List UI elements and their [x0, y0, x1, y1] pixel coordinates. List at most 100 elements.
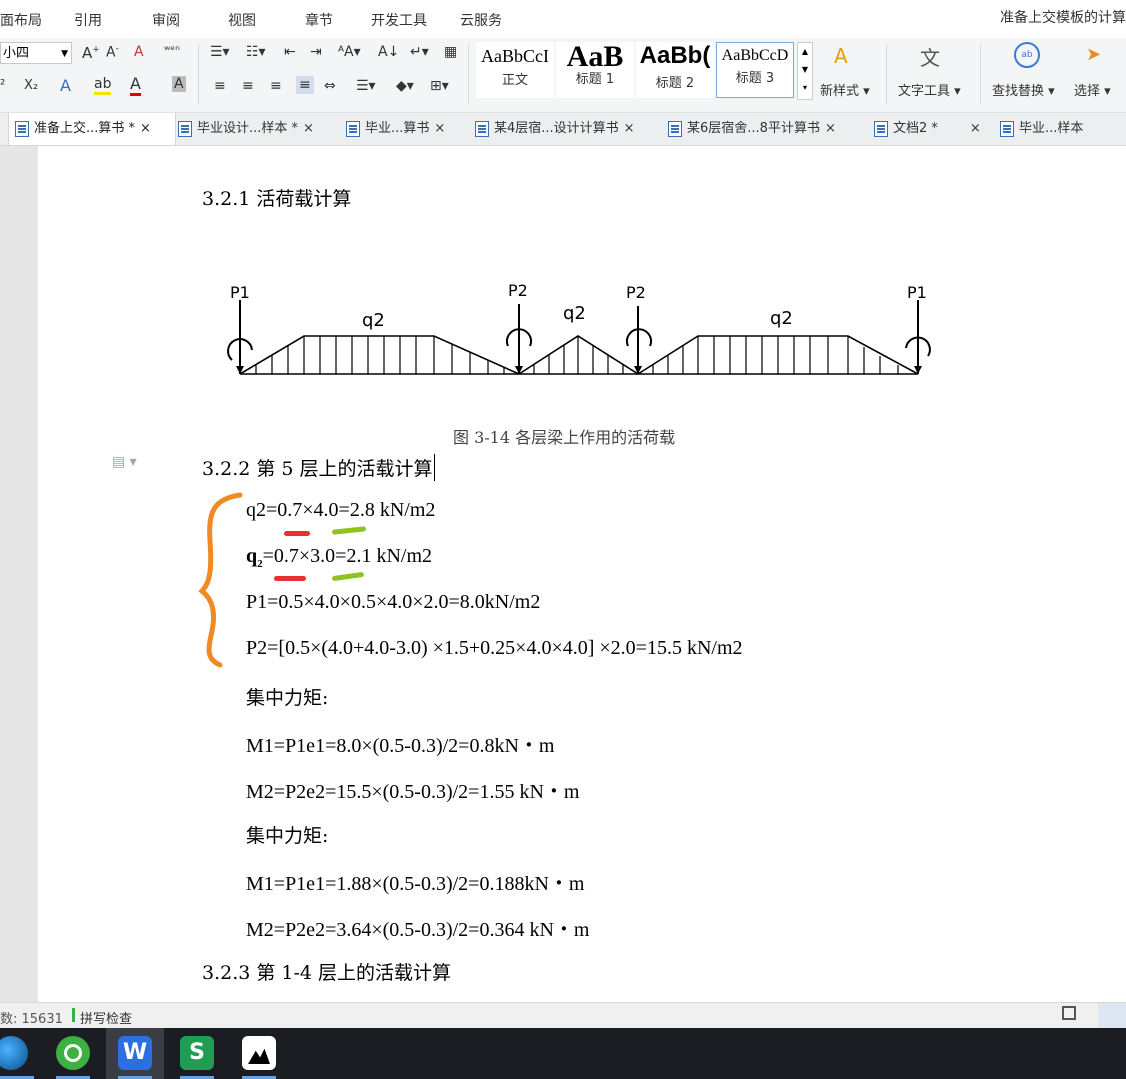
sort-icon[interactable]: A↓	[378, 44, 399, 60]
formula-m1: M1=P1e1=8.0×(0.5-0.3)/2=0.8kN・m	[246, 735, 555, 757]
close-icon[interactable]: ×	[434, 121, 445, 136]
divider	[980, 44, 981, 104]
document-tab[interactable]: 毕业...样本	[1000, 113, 1083, 145]
highlight-icon[interactable]: ab	[94, 76, 112, 95]
taskbar: W S	[0, 1028, 1126, 1079]
document-page[interactable]: 3.2.1 活荷载计算 P1 P2 P2 P1 q2 q2 q2 图 3-14 …	[38, 146, 1126, 1002]
increase-font-icon[interactable]: A+	[82, 44, 100, 62]
document-tab[interactable]: 某4层宿...设计计算书 ×	[475, 113, 635, 145]
close-icon[interactable]: ×	[825, 121, 836, 136]
paragraph-menu-icon[interactable]: ▤ ▾	[112, 454, 137, 470]
justify-icon[interactable]: ≡	[296, 76, 314, 94]
text-tools-button[interactable]: 文字工具 ▾	[898, 80, 961, 99]
spell-check-button[interactable]: 拼写检查	[80, 1008, 132, 1027]
browser-icon[interactable]	[56, 1036, 90, 1070]
figure-caption: 图 3-14 各层梁上作用的活荷载	[453, 428, 676, 447]
label-p1-right: P1	[907, 283, 927, 302]
clear-format-icon[interactable]: A	[134, 44, 144, 60]
label-p1-left: P1	[230, 283, 250, 302]
trapezoid-load-left	[239, 335, 520, 375]
document-icon	[668, 120, 682, 137]
formula-q2: q2=0.7×4.0=2.8 kN/m2	[246, 499, 435, 522]
close-icon[interactable]: ×	[624, 121, 635, 136]
borders-icon[interactable]: ⊞▾	[430, 78, 449, 94]
font-size-select[interactable]: 小四 ▼	[0, 42, 72, 64]
document-tab[interactable]: 毕业...算书 ×	[346, 113, 445, 145]
label-q2-c: q2	[770, 308, 793, 329]
superscript-icon[interactable]: ²	[0, 78, 5, 93]
heading-3-2-3: 3.2.3 第 1-4 层上的活载计算	[202, 962, 452, 984]
document-tab[interactable]: 准备上交...算书 * ×	[8, 113, 176, 145]
align-right-icon[interactable]: ≡	[270, 78, 282, 94]
view-mode-button[interactable]	[1098, 1003, 1126, 1029]
tab-label: 文档2 *	[893, 121, 938, 136]
select-label: 选择	[1074, 84, 1101, 99]
label-p2-b: P2	[626, 283, 646, 302]
style-heading-3[interactable]: AaBbCcD 标题 3	[716, 42, 794, 98]
align-left-icon[interactable]: ≡	[214, 78, 226, 94]
menu-references[interactable]: 引用	[74, 10, 102, 30]
style-gallery-scroll[interactable]: ▲ ▼ ▾	[797, 42, 813, 100]
text-direction-icon[interactable]: ᴬA▾	[338, 44, 361, 60]
line-spacing-icon[interactable]: ☰▾	[356, 78, 376, 94]
word-count[interactable]: 数: 15631	[0, 1008, 63, 1027]
label-concentrated-moment-2: 集中力矩:	[246, 825, 329, 847]
wps-writer-icon[interactable]: W	[118, 1036, 152, 1070]
image-viewer-icon[interactable]	[242, 1036, 276, 1070]
new-style-button[interactable]: 新样式 ▾	[820, 80, 870, 99]
style-heading-1[interactable]: AaB 标题 1	[556, 40, 634, 98]
formula-m2-b: M2=P2e2=3.64×(0.5-0.3)/2=0.364 kN・m	[246, 919, 590, 941]
close-icon[interactable]: ×	[140, 121, 151, 136]
document-icon	[475, 120, 489, 137]
window-title: 准备上交模板的计算	[1000, 10, 1126, 26]
menu-cloud[interactable]: 云服务	[460, 10, 502, 30]
decrease-indent-icon[interactable]: ⇤	[284, 44, 296, 60]
heading-3-2-1: 3.2.1 活荷载计算	[202, 188, 352, 210]
select-button[interactable]: 选择 ▾	[1074, 80, 1111, 99]
menu-page-layout[interactable]: 面布局	[0, 10, 42, 30]
green-mark	[331, 526, 367, 535]
q-symbol: q	[246, 545, 258, 567]
close-icon[interactable]: ×	[970, 121, 981, 136]
red-mark	[274, 576, 306, 581]
find-replace-icon: ab	[1014, 42, 1040, 68]
style-name: 正文	[501, 73, 528, 88]
show-marks-icon[interactable]: ↵▾	[410, 44, 429, 60]
document-tab[interactable]: 文档2 * ×	[874, 113, 981, 145]
tab-label: 毕业...样本	[1019, 121, 1084, 136]
document-tab[interactable]: 某6层宿舍...8平计算书 ×	[668, 113, 836, 145]
table-icon[interactable]: ▦	[444, 44, 457, 60]
formula-p2: P2=[0.5×(4.0+4.0-3.0) ×1.5+0.25×4.0×4.0]…	[246, 637, 743, 659]
font-color-icon[interactable]: A	[130, 74, 141, 96]
menu-view[interactable]: 视图	[228, 10, 256, 30]
document-canvas: 3.2.1 活荷载计算 P1 P2 P2 P1 q2 q2 q2 图 3-14 …	[0, 146, 1126, 1002]
shading-icon[interactable]: ◆▾	[396, 78, 414, 94]
style-sample: AaBbCcI	[481, 46, 549, 66]
document-tab[interactable]: 毕业设计...样本 * ×	[178, 113, 314, 145]
numbered-list-icon[interactable]: ☷▾	[246, 44, 266, 60]
fullscreen-icon[interactable]	[1062, 1006, 1076, 1020]
style-sample: AaBbCcD	[721, 47, 789, 64]
decrease-font-icon[interactable]: A-	[106, 44, 119, 61]
style-name: 标题 2	[655, 76, 695, 91]
phonetic-icon[interactable]: ʷᵉⁿ	[164, 43, 180, 57]
status-bar: 数: 15631 拼写检查	[0, 1002, 1126, 1029]
wps-spreadsheet-icon[interactable]: S	[180, 1036, 214, 1070]
heading-3-2-2: 3.2.2 第 5 层上的活载计算	[202, 454, 435, 481]
close-icon[interactable]: ×	[303, 121, 314, 136]
menu-section[interactable]: 章节	[305, 10, 333, 30]
style-heading-2[interactable]: AaBb( 标题 2	[636, 42, 714, 98]
bullet-list-icon[interactable]: ☰▾	[210, 44, 230, 60]
style-normal[interactable]: AaBbCcI 正文	[476, 42, 554, 98]
subscript-icon[interactable]: X₂	[24, 78, 38, 93]
char-shading-icon[interactable]: A	[172, 76, 186, 92]
green-mark	[331, 571, 365, 582]
increase-indent-icon[interactable]: ⇥	[310, 44, 322, 60]
find-replace-button[interactable]: 查找替换 ▾	[992, 80, 1055, 99]
menu-review[interactable]: 审阅	[152, 10, 180, 30]
menu-developer[interactable]: 开发工具	[371, 10, 427, 30]
align-center-icon[interactable]: ≡	[242, 78, 254, 94]
text-effect-icon[interactable]: A	[60, 76, 71, 95]
start-orb-icon[interactable]	[0, 1036, 28, 1070]
distribute-icon[interactable]: ⇔	[324, 78, 336, 94]
